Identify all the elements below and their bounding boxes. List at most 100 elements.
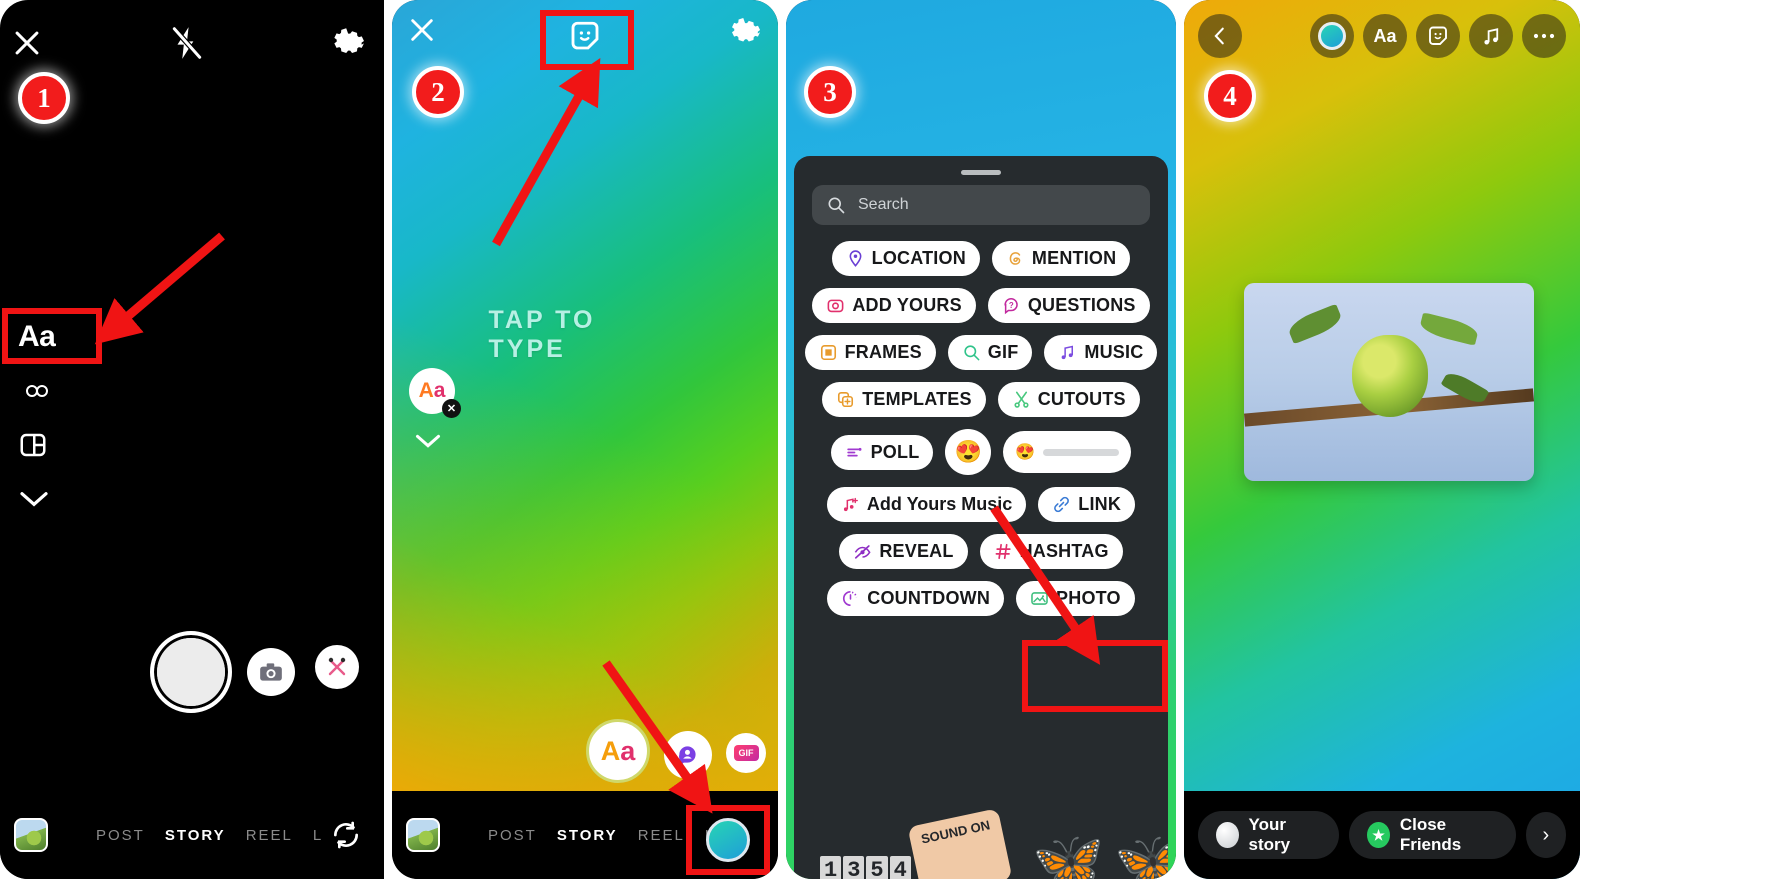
camera-roll-button[interactable]: [247, 648, 295, 696]
sticker-label: POLL: [870, 441, 920, 462]
music-note-icon: [1058, 343, 1077, 362]
digit-sticker[interactable]: 1 3 5 4: [820, 856, 911, 879]
panel4-tool-buttons: Aa: [1310, 14, 1566, 58]
sticker-cutouts[interactable]: CUTOUTS: [997, 382, 1140, 417]
drag-handle[interactable]: [961, 170, 1001, 175]
sidebar-item-boomerang[interactable]: [10, 364, 70, 418]
frame-square-icon: [819, 343, 838, 362]
sticker-questions[interactable]: ? QUESTIONS: [987, 288, 1150, 323]
search-input[interactable]: Search: [812, 185, 1150, 225]
tab-post[interactable]: POST: [96, 827, 145, 844]
sticker-add-yours[interactable]: ADD YOURS: [812, 288, 976, 323]
emoji-slider-face: 😍: [1015, 444, 1036, 461]
gallery-thumbnail[interactable]: [14, 818, 48, 852]
close-icon[interactable]: [10, 26, 44, 60]
poll-bars-icon: [845, 443, 864, 462]
digit: 1: [820, 856, 842, 879]
sticker-tool-button[interactable]: [1416, 14, 1460, 58]
sticker-emoji-slider[interactable]: 😍: [1003, 431, 1132, 473]
sticker-label: LOCATION: [871, 248, 966, 268]
text-tool-button[interactable]: Aa: [1363, 14, 1407, 58]
flip-camera-icon[interactable]: [330, 819, 362, 851]
tap-to-type-placeholder[interactable]: TAP TO TYPE: [489, 306, 682, 364]
search-icon: [962, 343, 981, 362]
panel1-top-bar: [0, 14, 384, 70]
sticker-countdown[interactable]: COUNTDOWN: [827, 581, 1005, 616]
sticker-emoji-reaction[interactable]: 😍: [945, 429, 992, 475]
back-chevron-icon[interactable]: [1198, 14, 1242, 58]
svg-text:?: ?: [1009, 301, 1014, 310]
close-friends-button[interactable]: ★ Close Friends: [1349, 811, 1516, 859]
tab-reel[interactable]: REEL: [246, 827, 293, 844]
sticker-poll[interactable]: POLL: [830, 434, 934, 470]
panel4-share-bar: Your story ★ Close Friends ›: [1184, 791, 1580, 879]
panel1-bottom-bar: POST STORY REEL L: [0, 791, 384, 879]
threads-at-icon: [1006, 249, 1025, 268]
avatar: [1216, 822, 1239, 848]
arrow-to-photo-sticker: [990, 505, 1101, 665]
eye-off-icon: [853, 542, 872, 561]
step-badge-4: 4: [1204, 70, 1256, 122]
leaf-shape: [1285, 303, 1345, 345]
gear-icon[interactable]: [328, 24, 366, 62]
butterfly-sticker-blue[interactable]: 🦋: [1032, 833, 1104, 879]
sticker-label: FRAMES: [844, 342, 922, 362]
font-chip[interactable]: Aa ✕: [409, 368, 461, 418]
flash-off-icon[interactable]: [168, 24, 206, 62]
boomerang-icon: [18, 380, 52, 402]
close-friends-label: Close Friends: [1399, 815, 1462, 854]
apple-shape: [1352, 335, 1428, 417]
gear-icon[interactable]: [726, 14, 762, 50]
more-options-button[interactable]: [1522, 14, 1566, 58]
capture-mode-tabs: POST STORY REEL L: [488, 827, 715, 844]
arrow-to-capture-dot: [602, 660, 713, 814]
location-pin-icon: [846, 249, 865, 268]
your-story-button[interactable]: Your story: [1198, 811, 1340, 859]
step-badge-2: 2: [412, 66, 464, 118]
sticker-gif[interactable]: GIF: [947, 335, 1033, 370]
tab-reel[interactable]: REEL: [638, 827, 685, 844]
sticker-reveal[interactable]: REVEAL: [839, 534, 968, 569]
close-icon[interactable]: ✕: [442, 399, 461, 418]
chevron-down-icon[interactable]: [414, 432, 442, 450]
sticker-label: ADD YOURS: [852, 295, 962, 315]
sticker-frames[interactable]: FRAMES: [804, 335, 936, 370]
step-badge-3: 3: [804, 66, 856, 118]
sticker-music[interactable]: MUSIC: [1044, 335, 1158, 370]
sticker-label: REVEAL: [879, 541, 954, 561]
sticker-location[interactable]: LOCATION: [831, 241, 980, 276]
photo-sticker[interactable]: [1244, 283, 1534, 481]
sticker-label: MUSIC: [1084, 342, 1144, 362]
chevron-down-icon: [18, 489, 50, 509]
recent-stickers-strip: 1 3 5 4 SOUND ON 🦋 🦋: [794, 799, 1168, 879]
panel-sticker-tray: Search LOCATION MENTION ADD YOURS ? QUES…: [786, 0, 1176, 879]
sticker-label: TEMPLATES: [862, 389, 972, 409]
music-note-plus-icon: [841, 495, 860, 514]
effects-button[interactable]: [315, 645, 359, 689]
color-picker-button[interactable]: [1310, 14, 1354, 58]
tab-live[interactable]: L: [313, 827, 323, 844]
gallery-thumbnail[interactable]: [406, 818, 440, 852]
tab-story[interactable]: STORY: [165, 827, 226, 844]
search-placeholder: Search: [858, 196, 909, 213]
star-icon: ★: [1367, 822, 1390, 848]
highlight-sticker-icon: [540, 10, 634, 70]
sound-on-sticker[interactable]: SOUND ON: [907, 808, 1013, 879]
tab-story[interactable]: STORY: [557, 827, 618, 844]
sticker-label: CUTOUTS: [1037, 389, 1126, 409]
shutter-button[interactable]: [150, 631, 232, 713]
sticker-label: GIF: [987, 342, 1019, 362]
next-button[interactable]: ›: [1525, 812, 1566, 858]
music-tool-button[interactable]: [1469, 14, 1513, 58]
sidebar-item-more-chevron[interactable]: [10, 472, 70, 526]
sticker-templates[interactable]: TEMPLATES: [822, 382, 986, 417]
text-tool-label: Aa: [1373, 25, 1397, 46]
close-icon[interactable]: [406, 14, 438, 46]
tab-post[interactable]: POST: [488, 827, 537, 844]
sticker-mention[interactable]: MENTION: [991, 241, 1131, 276]
butterfly-sticker-purple[interactable]: 🦋: [1114, 833, 1168, 879]
sidebar-item-layout[interactable]: [10, 418, 70, 472]
sticker-row: POLL 😍 😍: [804, 429, 1158, 475]
templates-plus-icon: [836, 390, 855, 409]
slider-track[interactable]: [1043, 448, 1120, 456]
